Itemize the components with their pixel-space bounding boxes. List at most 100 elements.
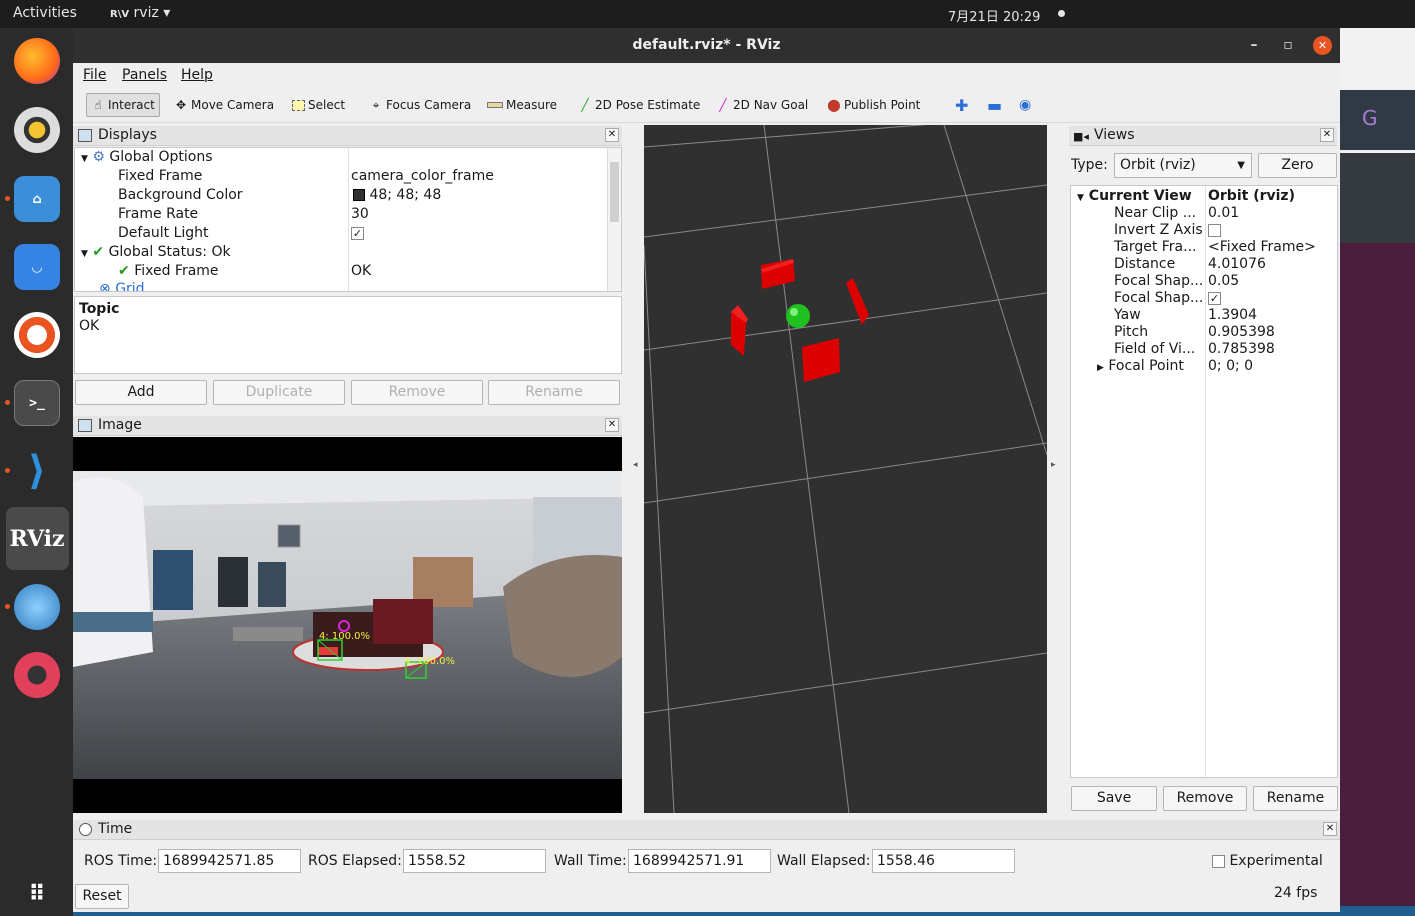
browser-icon[interactable] <box>14 584 60 630</box>
measure-tool[interactable]: Measure <box>487 95 557 115</box>
menu-help[interactable]: Help <box>181 67 213 83</box>
displays-scrollbar[interactable] <box>607 148 621 291</box>
system-top-bar: Activities R\V rviz ▾ 7月21日 20:29 <box>0 0 1415 28</box>
add-tool-button[interactable]: ✚ <box>955 95 968 115</box>
clock[interactable]: 7月21日 20:29 <box>948 6 1040 25</box>
ros-time-field[interactable]: 1689942571.85 <box>158 849 301 873</box>
rename-display-button[interactable]: Rename <box>488 380 620 405</box>
tree-row-global-options[interactable]: ▼ ⚙ Global Options <box>81 149 213 168</box>
expand-arrow-icon: ▶ <box>1097 363 1104 373</box>
app-menu[interactable]: R\V rviz ▾ <box>110 5 170 21</box>
red-box-right <box>846 278 869 325</box>
camera-icon: ■◂ <box>1073 130 1089 143</box>
menu-panels[interactable]: Panels <box>122 67 167 83</box>
image-panel-title: Image ✕ <box>73 416 622 436</box>
firefox-icon[interactable] <box>14 38 60 84</box>
tree-label: Focal Point <box>1108 358 1184 374</box>
duplicate-button[interactable]: Duplicate <box>213 380 345 405</box>
interact-tool[interactable]: ☝ Interact <box>86 93 160 117</box>
view-options-button[interactable]: ◉ <box>1019 95 1031 115</box>
tree-label: Background Color <box>118 187 243 203</box>
image-close-button[interactable]: ✕ <box>605 418 619 432</box>
files-icon[interactable]: ⌂ <box>14 176 60 222</box>
ok-check-icon: ✔ <box>118 263 130 279</box>
tree-row-status-fixed-frame[interactable]: ✔ Fixed Frame <box>118 263 219 282</box>
views-close-button[interactable]: ✕ <box>1320 128 1334 142</box>
add-button[interactable]: Add <box>75 380 207 405</box>
tree-row-fixed-frame[interactable]: Fixed Frame <box>118 168 202 187</box>
select-tool[interactable]: Select <box>292 95 345 115</box>
tree-row-default-light[interactable]: Default Light <box>118 225 209 244</box>
save-view-button[interactable]: Save <box>1071 786 1157 811</box>
ros-elapsed-label: ROS Elapsed: <box>308 853 402 869</box>
3d-render-view[interactable] <box>643 114 1048 814</box>
view-type-select[interactable]: Orbit (rviz) ▼ <box>1114 153 1252 178</box>
rhythmbox-icon[interactable] <box>14 107 60 153</box>
maximize-button[interactable]: ▫ <box>1280 37 1296 53</box>
wall-time-field[interactable]: 1689942571.91 <box>628 849 771 873</box>
vscode-icon[interactable]: ⟩ <box>14 448 60 494</box>
hand-icon: ☝ <box>94 98 102 112</box>
collapse-right-arrow-icon[interactable]: ▸ <box>1051 460 1056 470</box>
apps-grid-icon[interactable]: ⠿ <box>14 876 60 912</box>
minimize-button[interactable]: – <box>1246 37 1262 53</box>
type-label: Type: <box>1071 157 1108 173</box>
ros-time-label: ROS Time: <box>84 853 158 869</box>
terminal-icon[interactable]: >_ <box>14 380 60 426</box>
rviz-icon[interactable]: RViz <box>9 516 64 562</box>
tree-row-background-color[interactable]: Background Color <box>118 187 243 206</box>
green-arrow-icon: ╱ <box>581 98 589 112</box>
fixed-frame-value[interactable]: camera_color_frame <box>351 168 494 187</box>
plus-icon: ✚ <box>955 95 969 115</box>
wall-elapsed-field[interactable]: 1558.46 <box>872 849 1015 873</box>
focal-point-value[interactable]: 0; 0; 0 <box>1208 358 1253 377</box>
close-button[interactable]: ✕ <box>1313 36 1332 55</box>
scroll-thumb[interactable] <box>610 162 619 222</box>
reset-button[interactable]: Reset <box>75 884 129 909</box>
move-camera-tool[interactable]: ✥ Move Camera <box>174 95 274 115</box>
experimental-checkbox[interactable]: Experimental <box>1212 853 1323 869</box>
frame-rate-value[interactable]: 30 <box>351 206 369 225</box>
checkmark-icon: ✓ <box>1208 291 1221 305</box>
publish-point-tool[interactable]: ⬤ Publish Point <box>827 95 920 115</box>
ring-icon[interactable] <box>14 652 60 698</box>
nav-goal-tool[interactable]: ╱ 2D Nav Goal <box>716 95 808 115</box>
tree-row-global-status[interactable]: ▼ ✔ Global Status: Ok <box>81 244 231 263</box>
collapse-left-arrow-icon[interactable]: ◂ <box>633 460 638 470</box>
ok-check-icon: ✔ <box>92 244 105 260</box>
tree-label: Current View <box>1088 188 1192 204</box>
map-pin-icon: ⬤ <box>827 98 841 112</box>
running-indicator <box>5 196 10 201</box>
menu-bar: File Panels Help <box>73 63 1340 87</box>
tree-label: Default Light <box>118 225 209 241</box>
description-title: Topic <box>79 301 120 317</box>
software-icon[interactable]: ◡ <box>14 244 60 290</box>
ros-elapsed-field[interactable]: 1558.52 <box>403 849 546 873</box>
pose-estimate-tool[interactable]: ╱ 2D Pose Estimate <box>578 95 700 115</box>
tree-row-frame-rate[interactable]: Frame Rate <box>118 206 198 225</box>
displays-close-button[interactable]: ✕ <box>605 128 619 142</box>
help-icon[interactable] <box>14 312 60 358</box>
magenta-arrow-icon: ╱ <box>719 98 727 112</box>
rename-view-button[interactable]: Rename <box>1253 786 1338 811</box>
menu-file[interactable]: File <box>83 67 106 83</box>
tree-row-grid[interactable]: ⊗ Grid <box>99 281 145 291</box>
zero-button[interactable]: Zero <box>1258 153 1337 178</box>
remove-display-button[interactable]: Remove <box>351 380 483 405</box>
focus-camera-tool[interactable]: ⌖ Focus Camera <box>369 95 472 115</box>
remove-tool-button[interactable]: ▬ <box>987 95 1002 115</box>
publish-point-label: Publish Point <box>844 98 921 112</box>
time-close-button[interactable]: ✕ <box>1323 822 1337 836</box>
chevron-down-icon: ▼ <box>1237 160 1245 171</box>
notification-dot-icon <box>1058 10 1065 17</box>
tree-row-focal-point[interactable]: ▶ Focal Point <box>1097 358 1184 377</box>
3d-scene-svg <box>643 114 1048 814</box>
default-light-checkbox[interactable]: ✓ <box>351 225 364 244</box>
background-color-value[interactable]: 48; 48; 48 <box>353 187 441 206</box>
eye-icon: ◉ <box>1019 97 1032 113</box>
background-panel <box>1340 153 1415 243</box>
remove-view-button[interactable]: Remove <box>1163 786 1247 811</box>
nav-goal-label: 2D Nav Goal <box>733 98 809 112</box>
expand-arrow-icon: ▼ <box>81 154 88 164</box>
activities-button[interactable]: Activities <box>13 5 77 21</box>
